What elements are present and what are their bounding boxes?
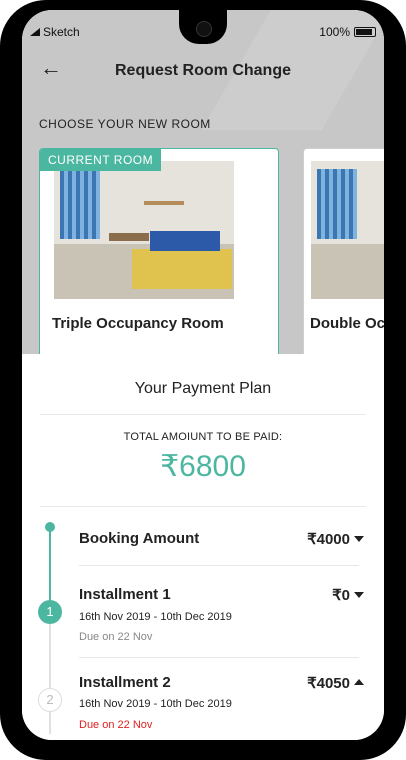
app-screen: Sketch 100% ← Request Room Change CHOOSE… [22,10,384,740]
chevron-down-icon[interactable] [354,536,364,542]
payment-plan-sheet: Your Payment Plan TOTAL AMOIUNT TO BE PA… [22,354,384,740]
installment-1-dates: 16th Nov 2019 - 10th Dec 2019 [79,611,232,623]
room-photo [54,161,234,299]
divider [79,657,359,658]
timeline-line [49,624,51,734]
booking-amount-label: Booking Amount [79,530,200,547]
chevron-down-icon[interactable] [354,592,364,598]
room-card-double[interactable]: Double Oc [303,148,384,354]
step-number: 2 [38,688,62,712]
total-amount: ₹6800 [160,450,246,483]
carrier-label: Sketch [30,25,80,39]
battery-icon [354,27,376,37]
total-label: TOTAL AMOIUNT TO BE PAID: [123,431,283,443]
room-name: Triple Occupancy Room [52,315,224,332]
room-photo [311,161,384,299]
payment-plan-title: Your Payment Plan [134,380,272,397]
battery-status: 100% [319,25,376,39]
installment-1-amount: ₹0 [332,587,350,604]
step-number: 1 [38,600,62,624]
divider [40,414,366,415]
installment-2-label: Installment 2 [79,674,171,691]
page-title: Request Room Change [114,62,291,79]
section-label: CHOOSE YOUR NEW ROOM [39,117,211,131]
signal-icon [30,28,40,36]
installment-2-due: Due on 22 Nov [79,719,153,731]
divider [40,506,366,507]
installment-1-label: Installment 1 [79,586,171,603]
installment-1-due: Due on 22 Nov [79,631,153,643]
dimmed-background: Sketch 100% ← Request Room Change CHOOSE… [22,10,384,354]
carrier-text: Sketch [43,25,80,39]
room-name: Double Oc [310,315,384,332]
chevron-up-icon[interactable] [354,679,364,685]
timeline-dot [45,522,55,532]
current-room-badge: CURRENT ROOM [40,149,162,171]
phone-frame: Sketch 100% ← Request Room Change CHOOSE… [0,0,406,760]
installment-2-dates: 16th Nov 2019 - 10th Dec 2019 [79,698,232,710]
battery-text: 100% [319,25,350,39]
booking-amount-value: ₹4000 [307,531,350,548]
divider [79,565,359,566]
installment-2-amount: ₹4050 [307,675,350,692]
room-card-current[interactable]: CURRENT ROOM Triple Occupancy Room [39,148,279,354]
camera-icon [196,21,212,37]
